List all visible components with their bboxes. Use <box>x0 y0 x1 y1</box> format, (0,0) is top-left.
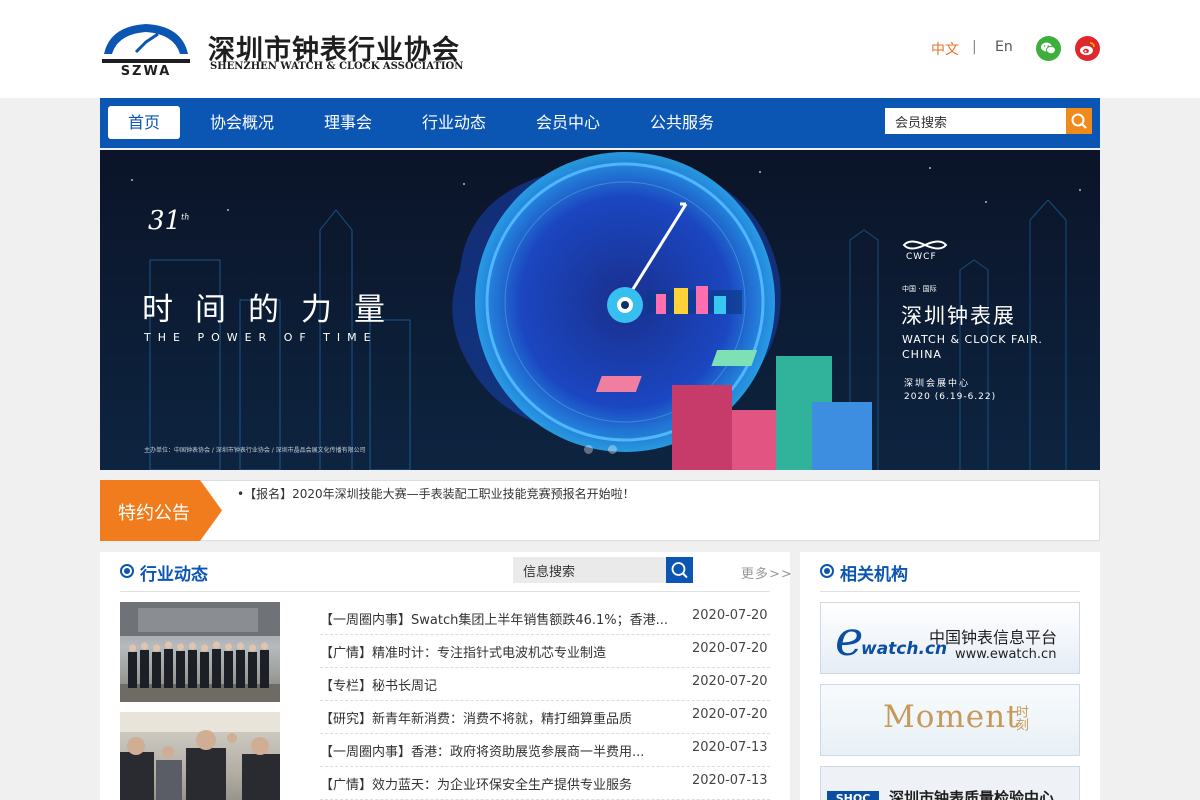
wechat-glyph <box>1041 42 1056 55</box>
related-card-quality-center[interactable]: SHQC 深圳市钟表质量检验中心 <box>820 766 1080 800</box>
search-icon <box>671 562 688 579</box>
svg-text:SZWA: SZWA <box>121 64 172 76</box>
related-card-moment[interactable]: Moment 时刻 <box>820 684 1080 756</box>
fair-venue: 深圳会展中心 <box>904 379 971 389</box>
news-item-title[interactable]: 【一周圈内事】香港：政府将资助展览参展商一半费用... <box>320 741 685 760</box>
ewatch-logo-e: e <box>835 611 864 667</box>
news-item-title[interactable]: 【广情】效力蓝天：为企业环保安全生产提供专业服务 <box>320 774 685 793</box>
language-separator: | <box>972 39 977 55</box>
news-thumbnail-1[interactable] <box>120 602 280 702</box>
news-item-date: 2020-07-13 <box>692 773 768 788</box>
news-section-title: 行业动态 <box>140 565 208 585</box>
ewatch-name: 中国钟表信息平台 <box>929 628 1058 647</box>
news-item-title[interactable]: 【一周圈内事】Swatch集团上半年销售额跌46.1%；香港... <box>320 609 685 628</box>
nav-item-industry-news[interactable]: 行业动态 <box>416 106 492 139</box>
cwcf-label: CWCF <box>906 252 937 262</box>
news-item-date: 2020-07-20 <box>692 674 768 689</box>
banner-title: 时间的力量 <box>142 292 407 328</box>
carousel-dot-2[interactable] <box>608 445 617 454</box>
cwcf-logo-icon <box>902 240 948 250</box>
weibo-icon[interactable] <box>1075 36 1100 61</box>
association-logo-icon: SZWA <box>102 24 190 76</box>
news-more-link[interactable]: 更多>> <box>741 563 793 582</box>
news-item[interactable]: 【研究】新青年新消费：消费不将就，精打细算重品质 2020-07-20 <box>320 701 770 734</box>
nav-item-about[interactable]: 协会概况 <box>206 106 278 139</box>
member-search-input[interactable] <box>885 108 1066 134</box>
fair-date: 2020 (6.19-6.22) <box>904 392 997 402</box>
site-header: SZWA 深圳市钟表行业协会 SHENZHEN WATCH & CLOCK AS… <box>0 0 1200 98</box>
news-section-header: 行业动态 更多>> <box>120 552 792 592</box>
section-bullet-icon <box>820 564 834 578</box>
industry-news-panel: 行业动态 更多>> <box>100 552 792 800</box>
notice-link[interactable]: •【报名】2020年深圳技能大赛—手表装配工职业技能竞赛预报名开始啦！ <box>237 485 635 502</box>
news-item-date: 2020-07-20 <box>692 608 768 623</box>
news-item-title[interactable]: 【广情】精准时计：专注指针式电波机芯专业制造 <box>320 642 685 661</box>
news-item-title[interactable]: 【专栏】秘书长周记 <box>320 675 685 694</box>
news-item-date: 2020-07-13 <box>692 740 768 755</box>
nav-item-home[interactable]: 首页 <box>108 106 180 139</box>
member-search-button[interactable] <box>1066 108 1092 134</box>
news-item[interactable]: 【广情】效力蓝天：为企业环保安全生产提供专业服务 2020-07-13 <box>320 767 770 800</box>
news-search-button[interactable] <box>666 557 693 583</box>
nav-item-public-service[interactable]: 公共服务 <box>644 106 720 139</box>
related-section-title: 相关机构 <box>840 565 908 585</box>
news-item[interactable]: 【广情】精准时计：专注指针式电波机芯专业制造 2020-07-20 <box>320 635 770 668</box>
related-organizations-panel: 相关机构 e watch.cn 中国钟表信息平台 www.ewatch.cn M… <box>800 552 1100 800</box>
banner-hosts: 主办单位：中国钟表协会 / 深圳市钟表行业协会 / 深圳市晶品会展文化传播有限公… <box>144 447 366 454</box>
moment-logo-cn: 时刻 <box>1013 705 1028 731</box>
anniversary-suffix: th <box>181 212 190 222</box>
hero-banner[interactable]: 31th 时间的力量 THE POWER OF TIME 主办单位：中国钟表协会… <box>100 150 1100 470</box>
news-search-input[interactable] <box>513 557 665 583</box>
moment-logo: Moment <box>883 699 1020 735</box>
quality-center-logo: SHQC <box>827 791 879 800</box>
related-section-header: 相关机构 <box>820 552 1080 592</box>
notice-tag: 特约公告 <box>100 480 222 541</box>
wechat-icon[interactable] <box>1036 36 1061 61</box>
group-photo-image <box>120 602 280 702</box>
banner-subtitle: THE POWER OF TIME <box>144 331 378 344</box>
fair-scope: 中国 · 国际 <box>902 285 937 293</box>
news-search-box <box>513 557 693 583</box>
language-chinese-link[interactable]: 中文 <box>931 39 959 59</box>
anniversary-number: 31 <box>148 206 182 236</box>
conference-photo-image <box>120 712 280 800</box>
nav-item-council[interactable]: 理事会 <box>316 106 380 139</box>
news-item[interactable]: 【一周圈内事】Swatch集团上半年销售额跌46.1%；香港... 2020-0… <box>320 602 770 635</box>
member-search-box <box>885 108 1092 134</box>
ewatch-url: www.ewatch.cn <box>955 647 1057 662</box>
nav-item-member-center[interactable]: 会员中心 <box>530 106 606 139</box>
news-item[interactable]: 【专栏】秘书长周记 2020-07-20 <box>320 668 770 701</box>
fair-name-cn: 深圳钟表展 <box>901 304 1016 328</box>
news-thumbnail-2[interactable] <box>120 712 280 800</box>
site-logo[interactable]: SZWA 深圳市钟表行业协会 SHENZHEN WATCH & CLOCK AS… <box>100 22 464 78</box>
language-english-link[interactable]: En <box>995 39 1013 55</box>
search-icon <box>1071 113 1087 129</box>
main-navigation: 首页 协会概况 理事会 行业动态 会员中心 公共服务 <box>100 98 1100 148</box>
news-item-title[interactable]: 【研究】新青年新消费：消费不将就，精打细算重品质 <box>320 708 685 727</box>
news-item-date: 2020-07-20 <box>692 641 768 656</box>
special-notice-bar: 特约公告 •【报名】2020年深圳技能大赛—手表装配工职业技能竞赛预报名开始啦！ <box>100 480 1100 541</box>
news-item-date: 2020-07-20 <box>692 707 768 722</box>
anniversary-mark: 31th <box>148 206 189 236</box>
weibo-glyph <box>1080 42 1095 56</box>
carousel-dot-1[interactable] <box>584 445 593 454</box>
news-list: 【一周圈内事】Swatch集团上半年销售额跌46.1%；香港... 2020-0… <box>320 602 770 800</box>
quality-center-name: 深圳市钟表质量检验中心 <box>889 789 1055 800</box>
related-card-ewatch[interactable]: e watch.cn 中国钟表信息平台 www.ewatch.cn <box>820 602 1080 674</box>
notice-tag-label: 特约公告 <box>118 503 190 524</box>
section-bullet-icon <box>120 564 134 578</box>
news-item[interactable]: 【一周圈内事】香港：政府将资助展览参展商一半费用... 2020-07-13 <box>320 734 770 767</box>
org-name-en: SHENZHEN WATCH & CLOCK ASSOCIATION <box>210 61 464 72</box>
fair-name-en: WATCH & CLOCK FAIR. CHINA <box>902 333 1043 361</box>
